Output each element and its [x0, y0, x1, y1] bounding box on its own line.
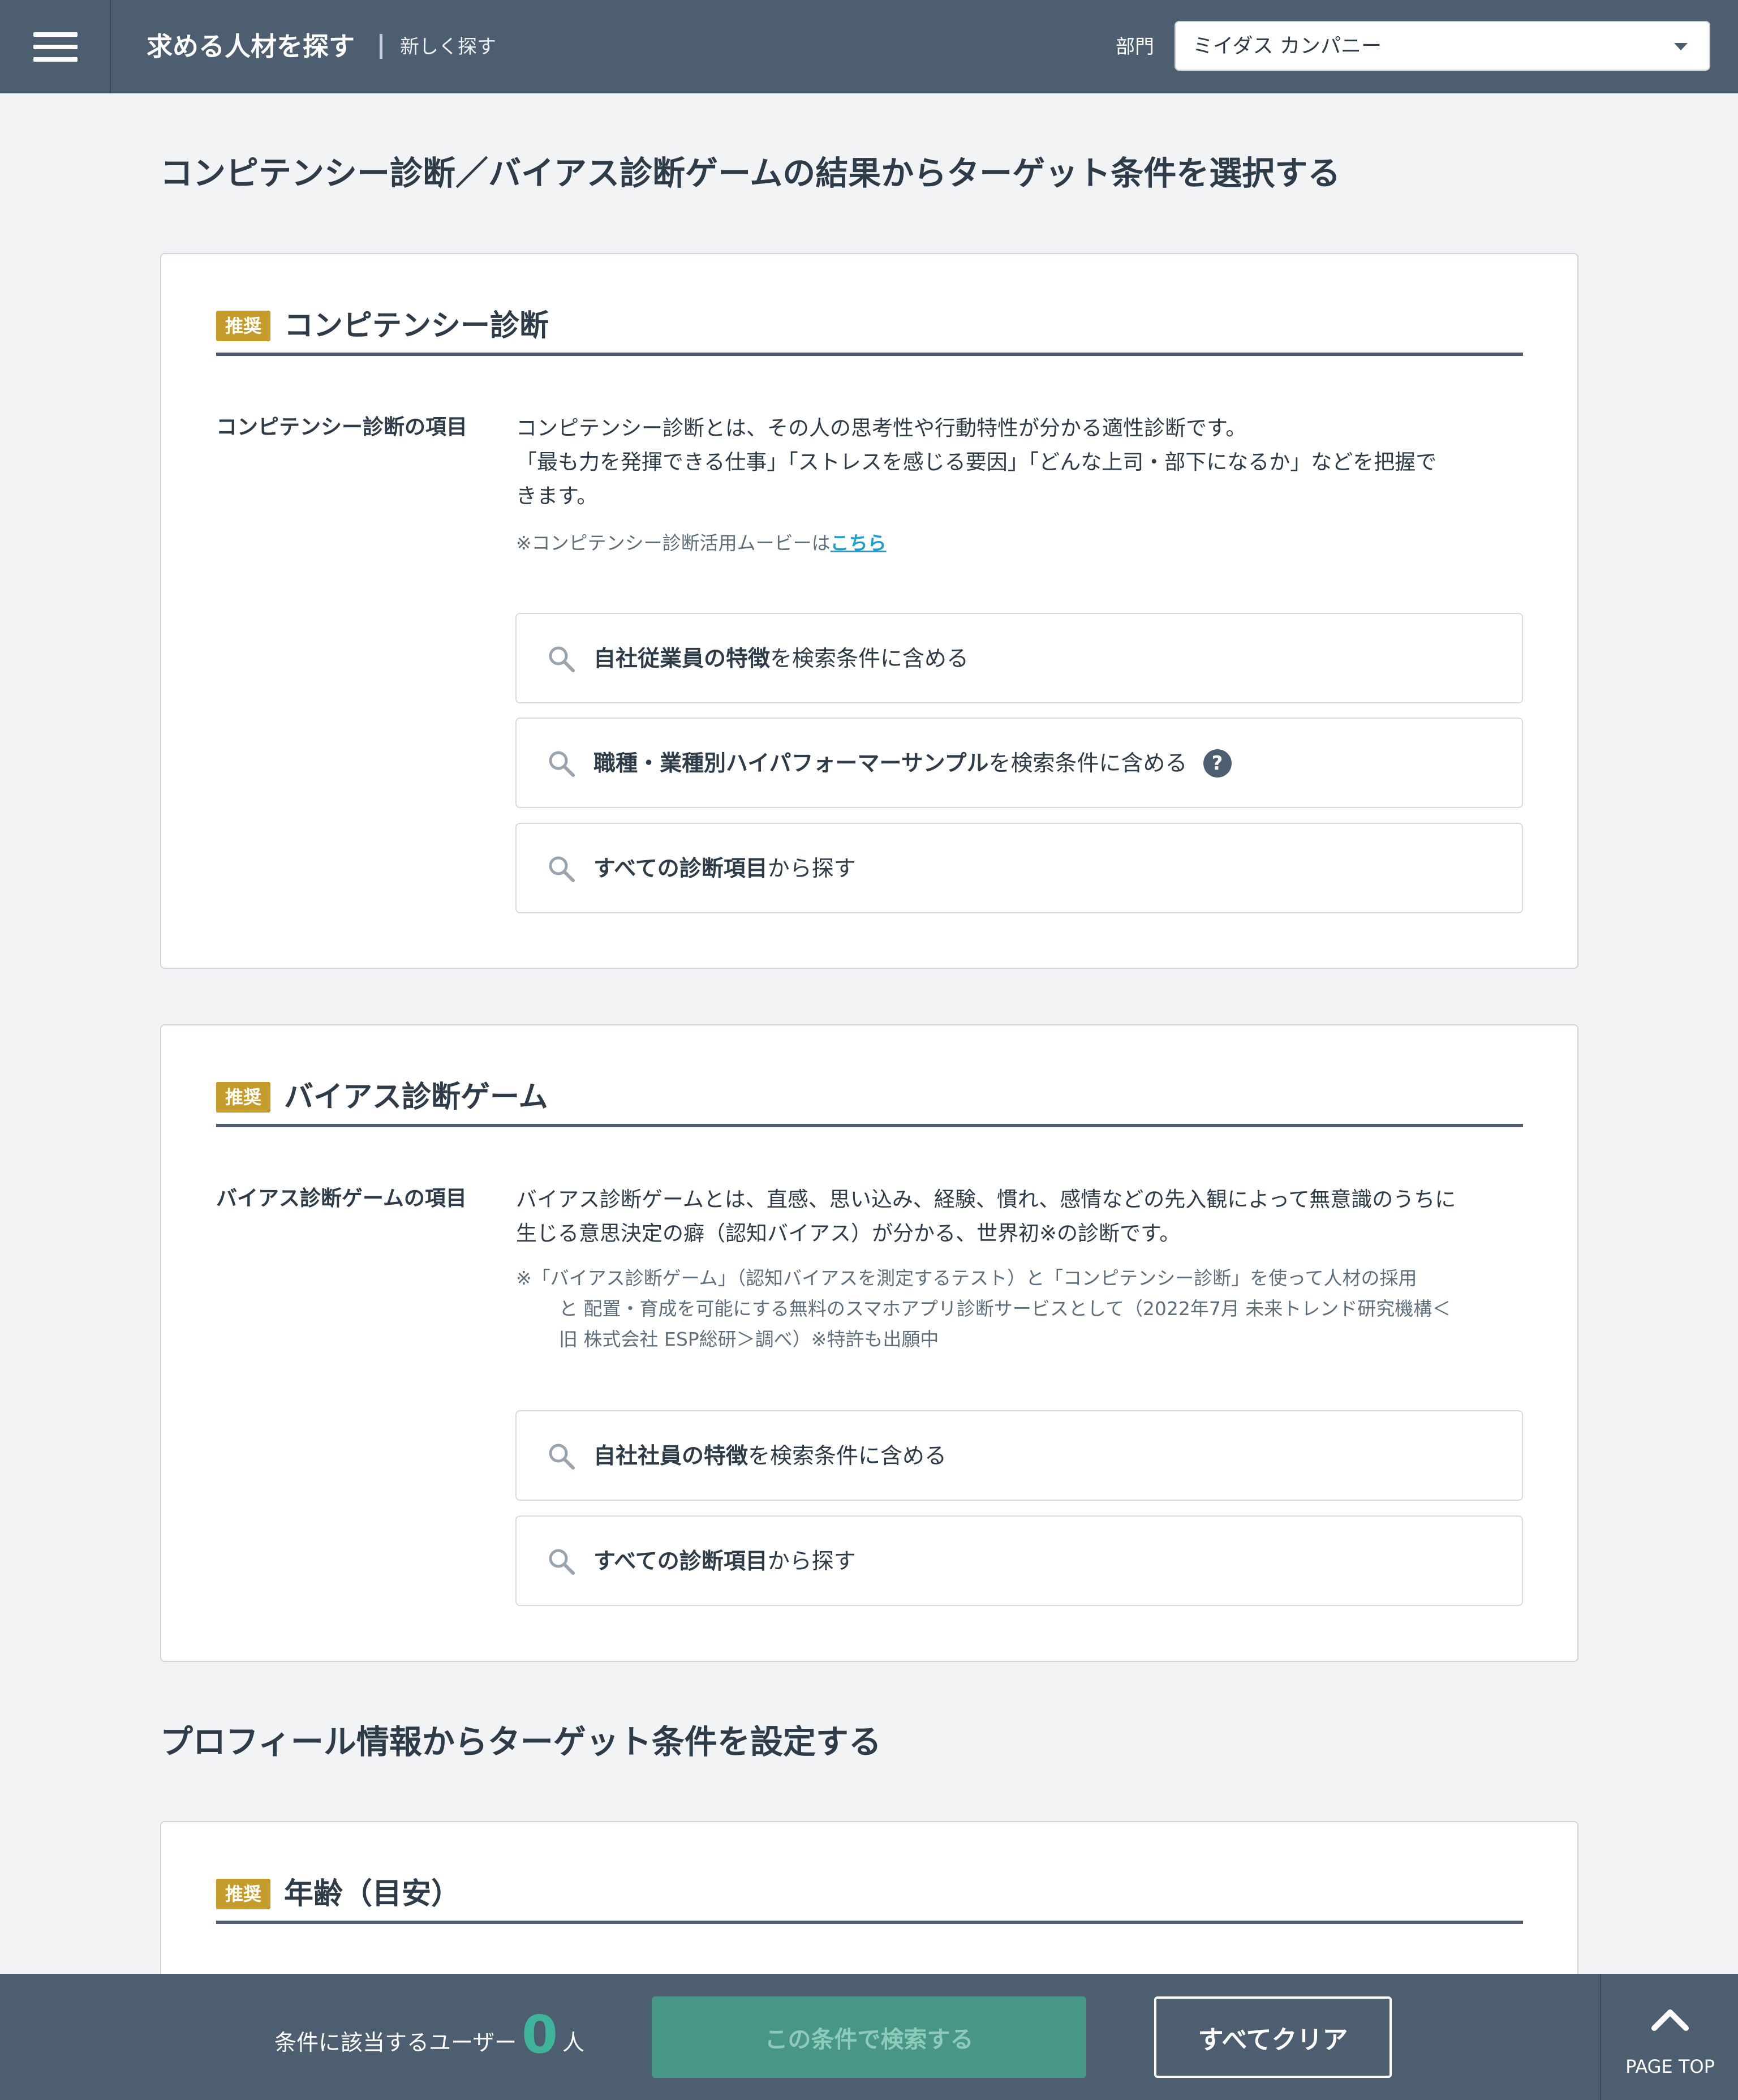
department-value: ミイダス カンパニー [1193, 35, 1382, 58]
competency-movie-note: ※コンピテンシー診断活用ムービーはこちら [516, 532, 887, 554]
competency-item-label: コンピテンシー診断の項目 [216, 415, 467, 439]
movie-link[interactable]: こちら [831, 532, 887, 554]
page-top-label: PAGE TOP [1625, 2056, 1715, 2077]
breadcrumb-new-search[interactable]: 新しく探す [400, 34, 496, 60]
option-text: 職種・業種別ハイパフォーマーサンプルを検索条件に含める? [593, 748, 1232, 780]
menu-button[interactable] [0, 0, 111, 93]
competency-card-header: 推奨 コンピテンシー診断 [216, 305, 1523, 356]
competency-card: 推奨 コンピテンシー診断 コンピテンシー診断の項目 コンピテンシー診断とは、その… [160, 253, 1578, 969]
option-text: すべての診断項目から探す [593, 856, 856, 882]
search-icon [549, 856, 575, 882]
option-text: すべての診断項目から探す [593, 1549, 856, 1574]
app-header: 求める人材を探す 新しく探す 部門 ミイダス カンパニー [0, 0, 1738, 93]
department-label: 部門 [1116, 36, 1154, 58]
search-footer-bar: 条件に該当するユーザー 0 人 この条件で検索する すべてクリア PAGE TO… [0, 1974, 1738, 2100]
competency-description: コンピテンシー診断とは、その人の思考性や行動特性が分かる適性診断です。 「最も力… [516, 416, 1437, 508]
bias-footnote: ※「バイアス診断ゲーム」（認知バイアスを測定するテスト）と「コンピテンシー診断」… [516, 1267, 1451, 1350]
option-text: 自社社員の特徴を検索条件に含める [593, 1444, 947, 1469]
page-top-button[interactable]: PAGE TOP [1600, 1974, 1738, 2100]
option-text: 自社従業員の特徴を検索条件に含める [593, 646, 969, 672]
competency-title: コンピテンシー診断 [284, 309, 549, 343]
high-performer-sample-option[interactable]: 職種・業種別ハイパフォーマーサンプルを検索条件に含める? [515, 718, 1523, 808]
title-divider [380, 34, 382, 59]
bias-title: バイアス診断ゲーム [284, 1080, 548, 1114]
age-card-header: 推奨 年齢（目安） [216, 1873, 1523, 1924]
matching-users-count: 0 [522, 2004, 558, 2065]
bias-game-card: 推奨 バイアス診断ゲーム バイアス診断ゲームの項目 バイアス診断ゲームとは、直感… [160, 1024, 1578, 1662]
age-title: 年齢（目安） [284, 1877, 461, 1911]
recommended-badge: 推奨 [216, 1879, 270, 1909]
caret-down-icon [1674, 43, 1688, 50]
help-icon[interactable]: ? [1203, 749, 1232, 778]
bias-description: バイアス診断ゲームとは、直感、思い込み、経験、慣れ、感情などの先入観によって無意… [516, 1187, 1456, 1246]
own-employee-traits-option[interactable]: 自社従業員の特徴を検索条件に含める [515, 613, 1523, 703]
chevron-up-icon [1651, 2009, 1689, 2031]
matching-users-unit: 人 [562, 2030, 585, 2056]
all-bias-items-option[interactable]: すべての診断項目から探す [515, 1515, 1523, 1606]
diagnosis-section-heading: コンピテンシー診断／バイアス診断ゲームの結果からターゲット条件を選択する [160, 154, 1341, 192]
matching-users-label: 条件に該当するユーザー [274, 2030, 517, 2056]
bias-card-header: 推奨 バイアス診断ゲーム [216, 1076, 1523, 1127]
search-icon [549, 1549, 575, 1575]
profile-section-heading: プロフィール情報からターゲット条件を設定する [160, 1723, 881, 1761]
recommended-badge: 推奨 [216, 311, 270, 341]
search-with-conditions-button[interactable]: この条件で検索する [652, 1996, 1086, 2078]
own-staff-traits-option[interactable]: 自社社員の特徴を検索条件に含める [515, 1410, 1523, 1501]
search-icon [549, 751, 575, 777]
search-icon [549, 1444, 575, 1470]
recommended-badge: 推奨 [216, 1082, 270, 1113]
search-icon [549, 646, 575, 672]
department-select[interactable]: ミイダス カンパニー [1175, 21, 1710, 71]
all-competency-items-option[interactable]: すべての診断項目から探す [515, 823, 1523, 913]
bias-item-label: バイアス診断ゲームの項目 [216, 1186, 467, 1210]
clear-all-button[interactable]: すべてクリア [1154, 1996, 1392, 2078]
app-title: 求める人材を探す [147, 31, 355, 62]
